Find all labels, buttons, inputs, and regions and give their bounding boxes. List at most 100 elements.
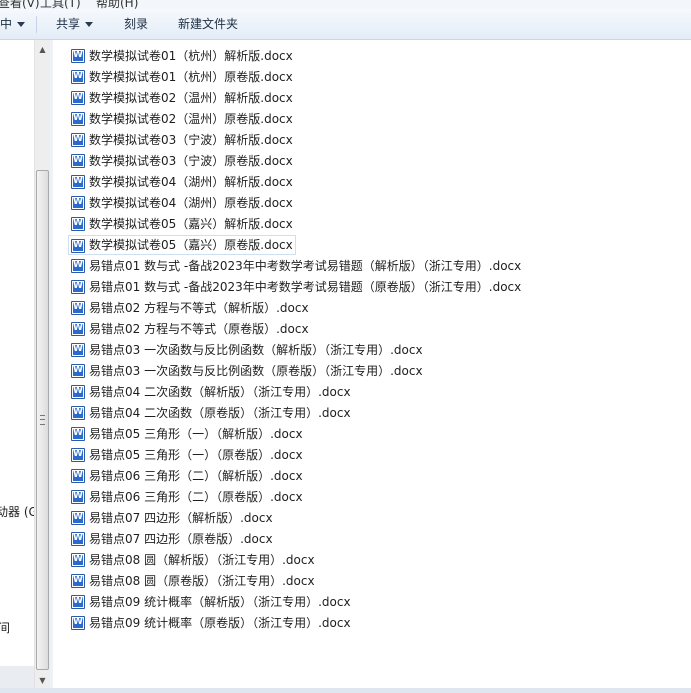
file-item[interactable]: 易错点03 一次函数与反比例函数（原卷版）（浙江专用）.docx <box>69 361 427 381</box>
file-item[interactable]: 易错点01 数与式 -备战2023年中考数学考试易错题（原卷版）（浙江专用）.d… <box>69 277 525 297</box>
file-name: 数学模拟试卷04（湖州）解析版.docx <box>89 175 293 189</box>
word-document-icon <box>71 153 85 168</box>
file-item[interactable]: 数学模拟试卷04（湖州）解析版.docx <box>69 172 297 192</box>
new-folder-button[interactable]: 新建文件夹 <box>178 9 238 39</box>
file-name: 易错点03 一次函数与反比例函数（解析版）（浙江专用）.docx <box>89 343 423 357</box>
word-document-icon <box>71 195 85 210</box>
word-document-icon <box>71 384 85 399</box>
scroll-up-arrow-icon[interactable]: ▲ <box>35 42 50 58</box>
file-name: 易错点04 二次函数（原卷版）（浙江专用）.docx <box>89 406 351 420</box>
file-item[interactable]: 易错点06 三角形（二）（解析版）.docx <box>69 466 307 486</box>
file-name: 易错点02 方程与不等式（原卷版）.docx <box>89 322 309 336</box>
scroll-down-arrow-icon[interactable]: ▼ <box>35 673 50 689</box>
word-document-icon <box>71 426 85 441</box>
file-name: 易错点06 三角形（二）（原卷版）.docx <box>89 490 303 504</box>
nav-item-partial[interactable]: 间 <box>0 619 10 636</box>
file-name: 易错点05 三角形（一）（解析版）.docx <box>89 427 303 441</box>
word-document-icon <box>71 405 85 420</box>
file-item[interactable]: 数学模拟试卷02（温州）原卷版.docx <box>69 109 297 129</box>
file-item[interactable]: 数学模拟试卷01（杭州）解析版.docx <box>69 46 297 66</box>
word-document-icon <box>71 552 85 567</box>
navigation-pane: 动器 (G 间 <box>0 40 34 693</box>
file-name: 易错点01 数与式 -备战2023年中考数学考试易错题（原卷版）（浙江专用）.d… <box>89 280 522 294</box>
nav-item-drive[interactable]: 动器 (G <box>0 503 34 520</box>
file-item[interactable]: 数学模拟试卷02（温州）解析版.docx <box>69 88 297 108</box>
file-item[interactable]: 易错点06 三角形（二）（原卷版）.docx <box>69 487 307 507</box>
status-strip <box>0 688 691 693</box>
menu-view[interactable]: 查看(V) <box>0 0 40 9</box>
file-name: 易错点08 圆（原卷版）（浙江专用）.docx <box>89 574 315 588</box>
file-item[interactable]: 易错点09 统计概率（解析版）（浙江专用）.docx <box>69 592 355 612</box>
file-item[interactable]: 易错点05 三角形（一）（解析版）.docx <box>69 424 307 444</box>
file-name: 易错点03 一次函数与反比例函数（原卷版）（浙江专用）.docx <box>89 364 423 378</box>
file-item[interactable]: 数学模拟试卷01（杭州）原卷版.docx <box>69 67 297 87</box>
word-document-icon <box>71 510 85 525</box>
menu-tools[interactable]: 工具(T) <box>40 0 81 9</box>
file-item[interactable]: 易错点05 三角形（一）（原卷版）.docx <box>69 445 307 465</box>
file-name: 数学模拟试卷02（温州）原卷版.docx <box>89 112 293 126</box>
word-document-icon <box>71 615 85 630</box>
file-name: 易错点09 统计概率（原卷版）（浙江专用）.docx <box>89 616 351 630</box>
chevron-down-icon <box>85 22 94 27</box>
word-document-icon <box>71 174 85 189</box>
file-name: 数学模拟试卷01（杭州）原卷版.docx <box>89 70 293 84</box>
scrollbar-thumb[interactable] <box>36 170 49 670</box>
file-name: 易错点09 统计概率（解析版）（浙江专用）.docx <box>89 595 351 609</box>
file-list-pane: 数学模拟试卷01（杭州）解析版.docx 数学模拟试卷01（杭州）原卷版.docx… <box>53 40 691 693</box>
file-name: 数学模拟试卷02（温州）解析版.docx <box>89 91 293 105</box>
menu-bar: 查看(V) 工具(T) 帮助(H) <box>0 0 691 9</box>
file-item[interactable]: 易错点07 四边形（原卷版）.docx <box>69 529 277 549</box>
file-name: 易错点08 圆（解析版）（浙江专用）.docx <box>89 553 315 567</box>
file-name: 易错点06 三角形（二）（解析版）.docx <box>89 469 303 483</box>
word-document-icon <box>71 111 85 126</box>
word-document-icon <box>71 363 85 378</box>
file-name: 易错点07 四边形（原卷版）.docx <box>89 532 273 546</box>
burn-button[interactable]: 刻录 <box>124 9 148 39</box>
word-document-icon <box>71 321 85 336</box>
share-label: 共享 <box>56 17 81 31</box>
file-item[interactable]: 数学模拟试卷04（湖州）原卷版.docx <box>69 193 297 213</box>
file-item[interactable]: 易错点08 圆（解析版）（浙江专用）.docx <box>69 550 319 570</box>
file-item[interactable]: 数学模拟试卷03（宁波）原卷版.docx <box>69 151 297 171</box>
file-name: 数学模拟试卷05（嘉兴）解析版.docx <box>89 217 293 231</box>
nav-scrollbar[interactable]: ▲ ▼ <box>34 40 50 693</box>
word-document-icon <box>71 573 85 588</box>
word-document-icon <box>71 279 85 294</box>
grip-icon <box>40 415 45 425</box>
file-item[interactable]: 数学模拟试卷05（嘉兴）原卷版.docx <box>68 235 296 255</box>
file-name: 数学模拟试卷01（杭州）解析版.docx <box>89 49 293 63</box>
word-document-icon <box>71 90 85 105</box>
file-name: 易错点02 方程与不等式（解析版）.docx <box>89 301 309 315</box>
file-name: 数学模拟试卷03（宁波）原卷版.docx <box>89 154 293 168</box>
file-item[interactable]: 易错点02 方程与不等式（解析版）.docx <box>69 298 313 318</box>
file-name: 数学模拟试卷03（宁波）解析版.docx <box>89 133 293 147</box>
file-item[interactable]: 易错点04 二次函数（解析版）（浙江专用）.docx <box>69 382 355 402</box>
share-button[interactable]: 共享 <box>56 9 94 39</box>
file-item[interactable]: 易错点08 圆（原卷版）（浙江专用）.docx <box>69 571 319 591</box>
file-item[interactable]: 易错点04 二次函数（原卷版）（浙江专用）.docx <box>69 403 355 423</box>
command-toolbar: 中 共享 刻录 新建文件夹 <box>0 9 691 40</box>
file-item[interactable]: 易错点03 一次函数与反比例函数（解析版）（浙江专用）.docx <box>69 340 427 360</box>
toolbar-partial-dropdown[interactable]: 中 <box>0 9 26 39</box>
file-name: 数学模拟试卷05（嘉兴）原卷版.docx <box>89 238 293 252</box>
word-document-icon <box>71 489 85 504</box>
word-document-icon <box>71 447 85 462</box>
word-document-icon <box>71 132 85 147</box>
word-document-icon <box>71 468 85 483</box>
word-document-icon <box>71 258 85 273</box>
file-item[interactable]: 易错点01 数与式 -备战2023年中考数学考试易错题（解析版）（浙江专用）.d… <box>69 256 525 276</box>
menu-help[interactable]: 帮助(H) <box>96 0 138 9</box>
toolbar-partial-label: 中 <box>0 17 13 31</box>
word-document-icon <box>71 69 85 84</box>
file-item[interactable]: 数学模拟试卷03（宁波）解析版.docx <box>69 130 297 150</box>
file-name: 易错点05 三角形（一）（原卷版）.docx <box>89 448 303 462</box>
file-item[interactable]: 易错点02 方程与不等式（原卷版）.docx <box>69 319 313 339</box>
file-item[interactable]: 易错点09 统计概率（原卷版）（浙江专用）.docx <box>69 613 355 633</box>
file-name: 易错点01 数与式 -备战2023年中考数学考试易错题（解析版）（浙江专用）.d… <box>89 259 522 273</box>
word-document-icon <box>71 531 85 546</box>
word-document-icon <box>71 48 85 63</box>
file-item[interactable]: 易错点07 四边形（解析版）.docx <box>69 508 277 528</box>
file-item[interactable]: 数学模拟试卷05（嘉兴）解析版.docx <box>69 214 297 234</box>
word-document-icon <box>71 594 85 609</box>
word-document-icon <box>71 238 85 253</box>
